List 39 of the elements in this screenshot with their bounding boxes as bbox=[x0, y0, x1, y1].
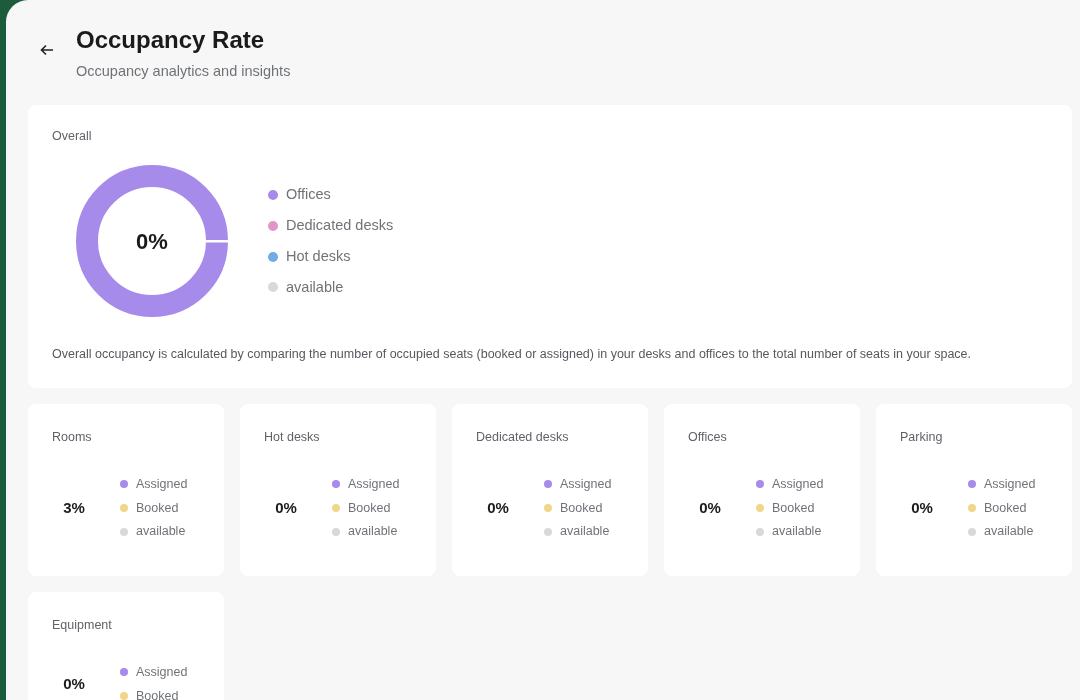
percentage-value: 3% bbox=[62, 497, 86, 518]
legend-label: Booked bbox=[136, 499, 179, 517]
percentage-value: 0% bbox=[698, 497, 722, 518]
legend-label: available bbox=[772, 523, 822, 541]
legend-label: Assigned bbox=[560, 475, 612, 493]
legend-label: Offices bbox=[286, 185, 331, 205]
card-title: Equipment bbox=[52, 617, 113, 635]
legend-label: Assigned bbox=[136, 663, 188, 681]
overall-note: Overall occupancy is calculated by comparing the number of occupied seats (booked or assigned) in your desks and offices to the total number of seats in your space. bbox=[52, 346, 973, 364]
card-title: Offices bbox=[688, 429, 728, 447]
back-icon[interactable] bbox=[40, 44, 54, 56]
page-subtitle: Occupancy analytics and insights bbox=[76, 61, 291, 81]
card-title: Dedicated desks bbox=[476, 429, 570, 447]
card-title: Parking bbox=[900, 429, 944, 447]
percentage-value: 0% bbox=[486, 497, 510, 518]
legend-label: available bbox=[136, 523, 186, 541]
card-title: Hot desks bbox=[264, 429, 321, 447]
legend-label: available bbox=[560, 523, 610, 541]
legend-label: Booked bbox=[348, 499, 391, 517]
percentage-value: 0% bbox=[274, 497, 298, 518]
legend-label: Booked bbox=[560, 499, 603, 517]
percentage-value: 0% bbox=[62, 673, 86, 694]
legend-label: Assigned bbox=[348, 475, 400, 493]
legend-label: Hot desks bbox=[286, 246, 351, 266]
legend-label: Booked bbox=[136, 687, 179, 700]
percentage-value: 0% bbox=[910, 497, 934, 518]
card-title: Rooms bbox=[52, 429, 93, 447]
card-title: Overall bbox=[52, 127, 93, 145]
legend-label: available bbox=[348, 523, 398, 541]
page-title: Occupancy Rate bbox=[76, 26, 266, 55]
legend-label: available bbox=[286, 277, 344, 297]
legend-label: Assigned bbox=[984, 475, 1036, 493]
legend-label: Assigned bbox=[136, 475, 188, 493]
legend-label: Booked bbox=[772, 499, 815, 517]
legend-label: available bbox=[984, 523, 1034, 541]
legend-label: Dedicated desks bbox=[286, 216, 394, 236]
donut-center-value: 0% bbox=[136, 227, 168, 256]
legend-label: Assigned bbox=[772, 475, 824, 493]
legend-label: Booked bbox=[984, 499, 1027, 517]
